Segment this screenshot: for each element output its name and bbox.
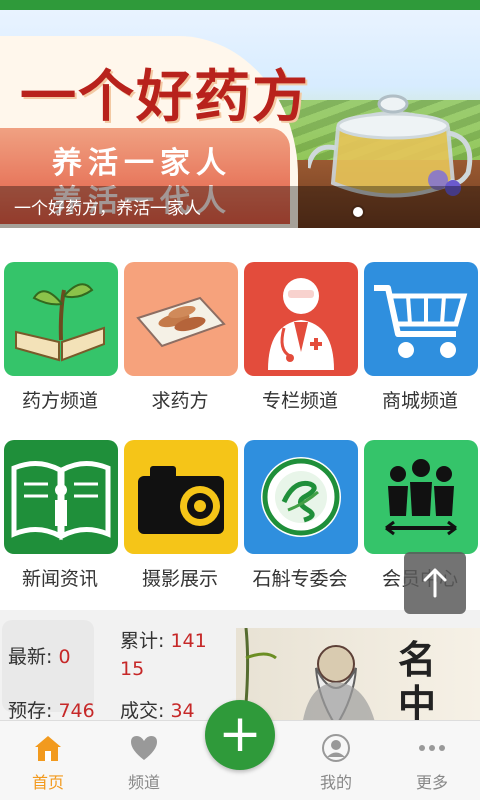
banner-carousel[interactable]: 一个好药方 养活一家人 养活一代人 一个好药方，养活一家人 — [0, 10, 480, 228]
add-button[interactable]: + — [205, 700, 275, 770]
plus-icon: + — [218, 704, 262, 764]
arrow-up-icon — [423, 568, 447, 598]
tile-member-center[interactable] — [364, 440, 478, 554]
tile-label-prescription: 药方频道 — [21, 390, 98, 412]
doctor-icon — [268, 278, 334, 370]
tile-label-mall: 商城频道 — [381, 390, 458, 412]
home-icon — [35, 736, 61, 761]
status-bar — [0, 0, 480, 10]
stat-reserve: 预存: 746 — [8, 696, 95, 723]
camera-icon — [138, 466, 224, 534]
nav-home-label: 首页 — [31, 773, 64, 792]
nav-more-label: 更多 — [415, 773, 448, 792]
info-book-icon — [11, 461, 111, 541]
nav-mine-label: 我的 — [319, 773, 352, 792]
tile-column-channel[interactable] — [244, 262, 358, 376]
stat-deal: 成交: 34 — [120, 696, 195, 723]
tile-seek-prescription[interactable] — [124, 262, 238, 376]
tile-news[interactable] — [4, 440, 118, 554]
stat-latest: 最新: 0 — [8, 642, 71, 669]
stat-total-label: 累计: — [120, 630, 165, 652]
stat-total-value-line2: 15 — [120, 658, 145, 680]
tile-photography[interactable] — [124, 440, 238, 554]
tile-prescription-channel[interactable] — [4, 262, 118, 376]
carousel-indicator-dot[interactable] — [353, 207, 363, 217]
committee-logo-icon — [261, 457, 341, 537]
stat-deal-label: 成交: — [120, 700, 165, 722]
stat-total-value-line1: 141 — [170, 630, 207, 652]
tile-label-photography: 摄影展示 — [141, 568, 218, 590]
members-icon — [385, 459, 457, 536]
stat-reserve-label: 预存: — [8, 700, 53, 722]
stat-total: 累计: 141 — [120, 626, 207, 653]
herb-slices-icon — [136, 296, 226, 348]
tile-dendrobium-committee[interactable] — [244, 440, 358, 554]
banner-text: 名中 — [398, 637, 437, 726]
back-to-top-button[interactable] — [404, 552, 466, 614]
tile-label-column: 专栏频道 — [261, 390, 338, 412]
tile-label-committee: 石斛专委会 — [252, 568, 348, 590]
nav-home[interactable]: 首页 — [8, 721, 88, 801]
stat-latest-value: 0 — [58, 646, 71, 668]
stat-reserve-value: 746 — [58, 700, 95, 722]
stat-latest-label: 最新: — [8, 646, 53, 668]
nav-more[interactable]: 更多 — [392, 721, 472, 801]
shopping-cart-icon — [374, 285, 468, 358]
nav-channel[interactable]: 频道 — [104, 721, 184, 801]
banner-title: 一个好药方 — [20, 64, 310, 130]
tile-label-news: 新闻资讯 — [21, 568, 98, 590]
user-icon — [322, 734, 350, 762]
tile-mall-channel[interactable] — [364, 262, 478, 376]
nav-mine[interactable]: 我的 — [296, 721, 376, 801]
book-sprout-icon — [15, 283, 105, 362]
tile-label-seek: 求药方 — [151, 390, 209, 412]
stat-deal-value: 34 — [170, 700, 195, 722]
more-icon — [419, 745, 445, 751]
heart-icon — [131, 736, 157, 760]
banner-caption: 一个好药方，养活一家人 — [14, 199, 201, 219]
nav-channel-label: 频道 — [127, 773, 160, 792]
